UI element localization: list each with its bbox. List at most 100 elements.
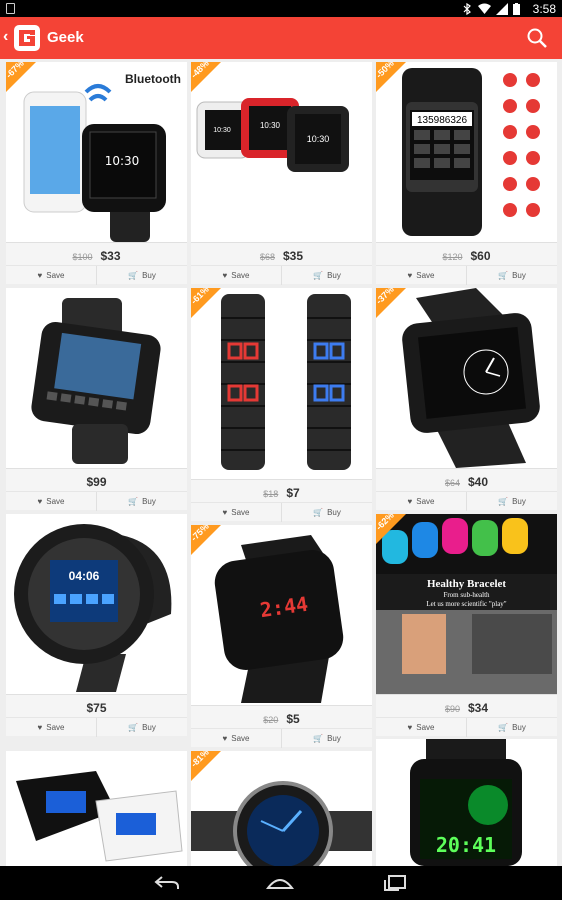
save-button[interactable]: ♥ Save <box>6 718 96 737</box>
product-card[interactable]: 20:41 <box>376 739 557 866</box>
digital-time-display: 20:41 <box>435 833 497 857</box>
original-price: $90 <box>444 704 460 714</box>
bluetooth-icon <box>463 3 471 15</box>
discount-badge: -62% <box>376 514 406 544</box>
cart-icon: 🛒 <box>498 271 509 280</box>
buy-button[interactable]: 🛒 Buy <box>466 718 557 737</box>
recents-nav-icon[interactable] <box>383 874 407 892</box>
sale-price: $35 <box>283 249 304 263</box>
buy-button[interactable]: 🛒 Buy <box>281 729 372 748</box>
heart-icon: ♥ <box>222 734 228 743</box>
buy-button[interactable]: 🛒 Buy <box>466 266 557 285</box>
product-card[interactable]: -37% $64 $40 ♥ Save 🛒 Buy <box>376 288 557 511</box>
cart-icon: 🛒 <box>313 508 324 517</box>
svg-text:10:30: 10:30 <box>105 154 140 168</box>
banner-subtitle-2: Let us more scientific "play" <box>426 600 507 608</box>
save-button[interactable]: ♥ Save <box>376 492 466 511</box>
save-button[interactable]: ♥ Save <box>191 503 281 522</box>
product-image[interactable]: -37% <box>376 288 557 468</box>
product-card[interactable]: 10:30 Bluetooth -67% $100 $33 ♥ Save 🛒 Buy <box>6 62 187 285</box>
sale-price: $40 <box>468 475 489 489</box>
app-logo[interactable] <box>14 25 40 51</box>
heart-icon: ♥ <box>37 723 43 732</box>
navigation-bar <box>0 866 562 900</box>
banner-title: Healthy Bracelet <box>426 578 507 590</box>
price-bar: $18 $7 ♥ Save 🛒 Buy <box>191 479 372 522</box>
buy-button[interactable]: 🛒 Buy <box>281 503 372 522</box>
heart-icon: ♥ <box>222 271 228 280</box>
back-arrow-icon[interactable]: ‹ <box>3 28 8 46</box>
save-button[interactable]: ♥ Save <box>191 266 281 285</box>
product-image[interactable]: -61% <box>191 288 372 479</box>
svg-text:10:30: 10:30 <box>260 121 281 130</box>
price-bar: $99 ♥ Save 🛒 Buy <box>6 468 187 511</box>
product-card[interactable] <box>6 751 187 866</box>
watch-screen-time: 04:06 <box>68 569 100 583</box>
status-bar: 3:58 <box>0 0 562 17</box>
heart-icon: ♥ <box>407 497 413 506</box>
buy-button[interactable]: 🛒 Buy <box>281 266 372 285</box>
wifi-icon <box>478 3 491 14</box>
cart-icon: 🛒 <box>313 734 324 743</box>
save-button[interactable]: ♥ Save <box>191 729 281 748</box>
product-card[interactable]: -61% $18 $7 ♥ Save 🛒 Buy <box>191 288 372 522</box>
watch-screen-number: 135986326 <box>416 115 468 126</box>
original-price: $120 <box>442 252 463 262</box>
product-image[interactable] <box>6 288 187 468</box>
product-image[interactable]: Healthy Bracelet From sub-health Let us … <box>376 514 557 694</box>
buy-button[interactable]: 🛒 Buy <box>96 718 187 737</box>
product-card[interactable]: 10:30 10:30 10:30 -48% $68 $35 ♥ Save 🛒 Buy <box>191 62 372 285</box>
buy-button[interactable]: 🛒 Buy <box>96 492 187 511</box>
save-button[interactable]: ♥ Save <box>376 718 466 737</box>
cart-icon: 🛒 <box>498 497 509 506</box>
sale-price: $7 <box>286 486 300 500</box>
back-nav-icon[interactable] <box>154 875 180 891</box>
product-image[interactable]: 2:44 -75% <box>191 525 372 705</box>
save-button[interactable]: ♥ Save <box>376 266 466 285</box>
price-bar: $68 $35 ♥ Save 🛒 Buy <box>191 242 372 285</box>
price-bar: $75 ♥ Save 🛒 Buy <box>6 694 187 737</box>
product-card[interactable]: 135986326 -50% $120 $60 ♥ Save 🛒 Buy <box>376 62 557 285</box>
product-card[interactable]: -81% <box>191 751 372 866</box>
cart-icon: 🛒 <box>128 723 139 732</box>
buy-button[interactable]: 🛒 Buy <box>466 492 557 511</box>
svg-text:10:30: 10:30 <box>307 134 330 144</box>
product-card[interactable]: $99 ♥ Save 🛒 Buy <box>6 288 187 511</box>
save-button[interactable]: ♥ Save <box>6 492 96 511</box>
product-image[interactable]: 10:30 10:30 10:30 -48% <box>191 62 372 242</box>
save-button[interactable]: ♥ Save <box>6 266 96 285</box>
product-image[interactable] <box>6 751 187 866</box>
sale-price: $75 <box>86 701 107 715</box>
price-bar: $64 $40 ♥ Save 🛒 Buy <box>376 468 557 511</box>
product-image[interactable]: 04:06 <box>6 514 187 694</box>
product-image[interactable]: 20:41 <box>376 739 557 866</box>
round-watch-phone-image <box>14 524 172 692</box>
home-nav-icon[interactable] <box>266 876 294 890</box>
heart-icon: ♥ <box>37 271 43 280</box>
product-image[interactable]: -81% <box>191 751 372 866</box>
keypad-watch-phone-image <box>31 298 161 464</box>
heart-icon: ♥ <box>222 508 228 517</box>
product-card[interactable]: 04:06 $75 ♥ Save 🛒 Buy <box>6 514 187 737</box>
original-price: $64 <box>444 478 460 488</box>
heart-icon: ♥ <box>37 497 43 506</box>
product-image[interactable]: 10:30 Bluetooth -67% <box>6 62 187 242</box>
price-bar: $120 $60 ♥ Save 🛒 Buy <box>376 242 557 285</box>
search-icon[interactable] <box>526 27 548 49</box>
discount-badge: -37% <box>376 288 406 318</box>
product-image[interactable]: 135986326 -50% <box>376 62 557 242</box>
buy-button[interactable]: 🛒 Buy <box>96 266 187 285</box>
signal-icon <box>496 3 508 15</box>
cart-icon: 🛒 <box>128 271 139 280</box>
product-card[interactable]: Healthy Bracelet From sub-health Let us … <box>376 514 557 737</box>
aviator-led-watches-image <box>16 771 183 862</box>
discount-badge: -50% <box>376 62 406 92</box>
page-title: Geek <box>47 29 84 46</box>
original-price: $100 <box>72 252 93 262</box>
clock: 3:58 <box>532 2 556 16</box>
battery-icon <box>513 3 520 15</box>
price-bar: $20 $5 ♥ Save 🛒 Buy <box>191 705 372 748</box>
original-price: $20 <box>263 715 279 725</box>
product-card[interactable]: 2:44 -75% $20 $5 ♥ Save 🛒 Buy <box>191 525 372 748</box>
price-bar: $90 $34 ♥ Save 🛒 Buy <box>376 694 557 737</box>
